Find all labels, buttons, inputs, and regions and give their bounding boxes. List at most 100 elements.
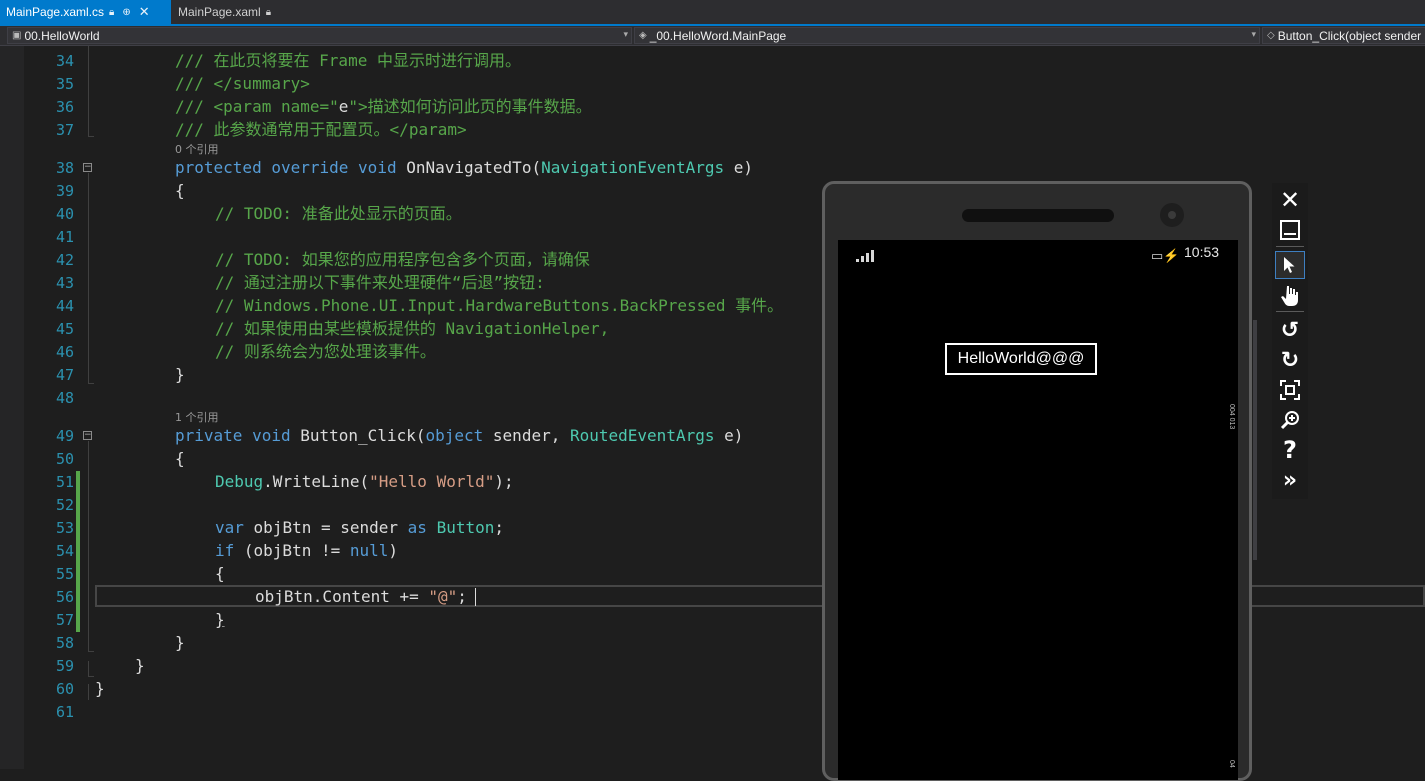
phone-speaker (962, 209, 1114, 222)
brace: } (95, 679, 105, 698)
string-literal: "@" (428, 587, 458, 606)
code-line-50: { (175, 447, 185, 470)
comment-text: // Windows.Phone.UI.Input.HardwareButton… (215, 296, 784, 315)
outline-guide (88, 661, 89, 676)
identifier: ; (457, 587, 467, 606)
select-icon[interactable] (1275, 251, 1305, 279)
code-line-35: /// </summary> (175, 72, 310, 95)
emulator-side-label: 004 013 (1228, 404, 1235, 430)
emulator-scroll-track[interactable] (1253, 320, 1257, 560)
lock-icon: 🔒︎ (265, 6, 272, 18)
line-number: 55 (55, 565, 74, 583)
comment-text: ">描述如何访问此页的事件数据。 (348, 97, 592, 116)
type-name: Debug (215, 472, 264, 491)
document-tab-strip: MainPage.xaml.cs 🔒︎ ⊕ ✕ MainPage.xaml 🔒︎ (0, 0, 1425, 26)
comment-text: /// <param name=" (175, 97, 339, 116)
code-line-43: // 通过注册以下事件来处理硬件“后退”按钮: (215, 271, 545, 294)
codelens-references[interactable]: 1 个引用 (175, 409, 219, 425)
comment-text: // 则系统会为您处理该事件。 (215, 342, 436, 361)
line-number: 58 (55, 634, 74, 652)
type-name: RoutedEventArgs (569, 426, 715, 445)
signal-bars-icon (856, 248, 880, 262)
help-icon[interactable]: ? (1275, 436, 1305, 464)
tab-mainpage-xaml-cs[interactable]: MainPage.xaml.cs 🔒︎ ⊕ ✕ (0, 0, 171, 24)
change-tracking-bar (76, 471, 80, 632)
identifier: e) (724, 158, 754, 177)
signal-bar (861, 256, 864, 262)
identifier: ) (388, 541, 399, 560)
hand-icon[interactable] (1275, 281, 1305, 309)
rotate-left-icon[interactable]: ↺ (1275, 316, 1305, 344)
collapse-region-icon[interactable]: − (83, 163, 92, 172)
keyword: void (252, 426, 291, 445)
code-line-57: } (215, 608, 225, 631)
toolbar-separator (1276, 311, 1304, 312)
code-line-47: } (175, 363, 185, 386)
indicator-margin[interactable] (0, 46, 24, 769)
project-dropdown-value: 00.HelloWorld (24, 28, 100, 43)
csharp-project-icon: ▣ (12, 30, 22, 41)
line-number: 42 (55, 251, 74, 269)
emulator-side-label: 04 (1228, 760, 1235, 768)
tab-mainpage-xaml[interactable]: MainPage.xaml 🔒︎ (172, 0, 284, 24)
line-number: 52 (55, 496, 74, 514)
collapse-region-icon[interactable]: − (83, 431, 92, 440)
close-icon[interactable]: ✕ (1275, 186, 1305, 214)
signal-bar (866, 253, 869, 262)
identifier: objBtn = sender (243, 518, 408, 537)
comment-text: /// 在此页将要在 Frame 中显示时进行调用。 (175, 51, 521, 70)
brace: { (175, 181, 185, 200)
member-dropdown[interactable]: ◇ Button_Click(object sender (1262, 27, 1425, 44)
line-number: 60 (55, 680, 74, 698)
signal-bar (871, 250, 874, 262)
codelens-references[interactable]: 0 个引用 (175, 141, 219, 157)
keyword: override (271, 158, 349, 177)
brace: { (175, 449, 185, 468)
type-name: NavigationEventArgs (541, 158, 725, 177)
phone-screen[interactable] (838, 240, 1238, 780)
more-icon[interactable]: » (1275, 466, 1305, 494)
code-line-45: // 如果使用由某些模板提供的 NavigationHelper, (215, 317, 609, 340)
close-icon[interactable]: ✕ (139, 4, 150, 20)
line-number: 53 (55, 519, 74, 537)
rotate-right-icon[interactable]: ↻ (1275, 346, 1305, 374)
brace: } (175, 365, 185, 384)
brace: { (215, 564, 225, 583)
comment-text: // TODO: 准备此处显示的页面。 (215, 204, 462, 223)
outline-guide (88, 136, 94, 137)
code-line-56: objBtn.Content += "@"; (255, 585, 467, 608)
code-line-42: // TODO: 如果您的应用程序包含多个页面，请确保 (215, 248, 590, 271)
line-number: 47 (55, 366, 74, 384)
class-dropdown[interactable]: ◈ _00.HelloWord.MainPage ▾ (634, 27, 1260, 44)
outline-guide (88, 651, 94, 652)
comment-text: </param> (389, 120, 467, 139)
code-line-38: protected override void OnNavigatedTo(Na… (175, 156, 753, 179)
code-line-53: var objBtn = sender as Button; (215, 516, 504, 539)
fit-screen-icon[interactable] (1275, 376, 1305, 404)
pin-icon[interactable]: ⊕ (122, 7, 130, 18)
zoom-icon[interactable] (1275, 406, 1305, 434)
line-number: 48 (55, 389, 74, 407)
lock-icon: 🔒︎ (109, 6, 115, 18)
line-number: 34 (55, 52, 74, 70)
code-line-37: /// 此参数通常用于配置页。</param> (175, 118, 467, 141)
code-line-55: { (215, 562, 225, 585)
code-line-44: // Windows.Phone.UI.Input.HardwareButton… (215, 294, 783, 317)
code-line-39: { (175, 179, 185, 202)
outline-guide (88, 46, 89, 136)
code-line-36: /// <param name="e">描述如何访问此页的事件数据。 (175, 95, 592, 118)
helloworld-button[interactable]: HelloWorld@@@ (945, 343, 1097, 375)
phone-clock: 10:53 (1184, 244, 1220, 260)
line-number: 39 (55, 182, 74, 200)
code-line-59: } (135, 654, 145, 677)
line-number: 44 (55, 297, 74, 315)
minimize-icon[interactable] (1275, 216, 1305, 244)
identifier: ; (494, 518, 505, 537)
identifier (427, 518, 437, 537)
line-number: 51 (55, 473, 74, 491)
project-dropdown[interactable]: ▣ 00.HelloWorld ▾ (7, 27, 632, 44)
line-number: 40 (55, 205, 74, 223)
outline-guide (88, 383, 94, 384)
signal-bar (856, 259, 859, 262)
code-line-34: /// 在此页将要在 Frame 中显示时进行调用。 (175, 49, 521, 72)
